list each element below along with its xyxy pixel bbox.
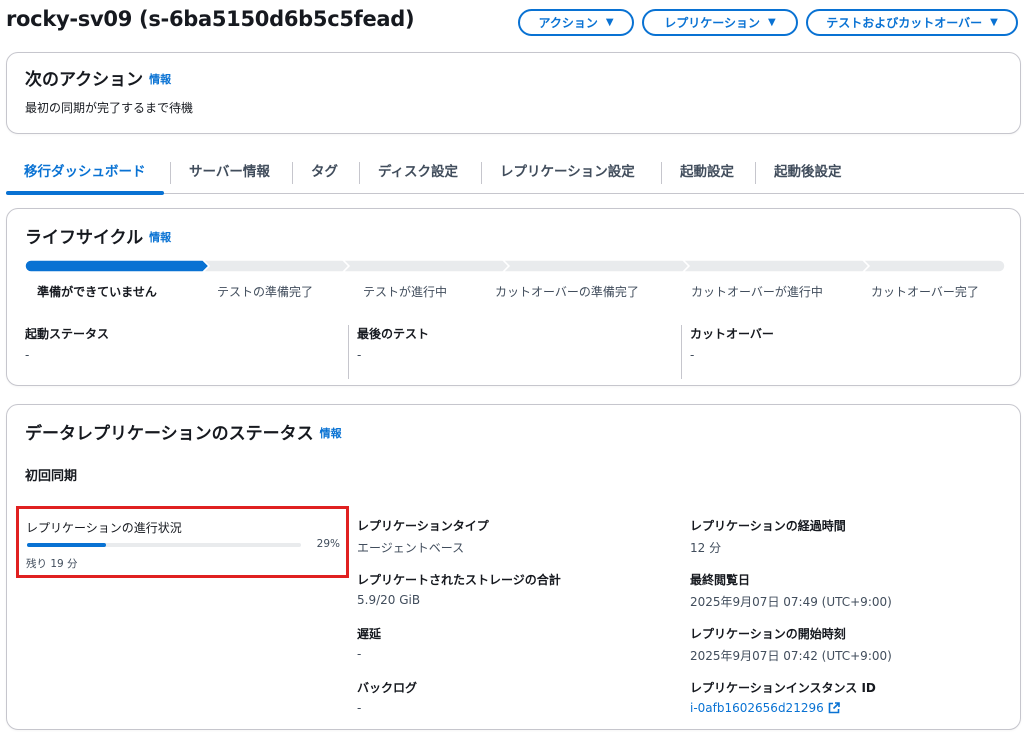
replication-type-field: レプリケーションタイプ エージェントベース [357, 517, 489, 556]
lifecycle-step-label: カットオーバー完了 [871, 285, 979, 299]
lifecycle-step-label: カットオーバーの準備完了 [495, 285, 639, 299]
lifecycle-step-segment [681, 259, 871, 273]
page-header: rocky-sv09 (s-6ba5150d6b5c5fead) アクション ▼… [0, 0, 1024, 46]
external-link-icon [828, 702, 840, 714]
actions-button[interactable]: アクション ▼ [518, 9, 634, 36]
backlog-field: バックログ - [357, 679, 417, 715]
last-seen-field: 最終閲覧日 2025年9月07日 07:49 (UTC+9:00) [690, 571, 892, 610]
data-replication-title: データレプリケーションのステータス 情報 [25, 419, 342, 444]
replication-button-label: レプリケーション [664, 16, 761, 30]
replication-progress-fill [27, 543, 107, 547]
field-key: レプリケートされたストレージの合計 [357, 573, 561, 587]
lifecycle-step-segment [201, 259, 351, 273]
actions-button-label: アクション [538, 16, 598, 30]
lifecycle-steps-graphic [24, 259, 1006, 273]
replication-instance-id: i-0afb1602656d21296 [690, 701, 824, 715]
elapsed-time-field: レプリケーションの経過時間 12 分 [690, 517, 846, 556]
field-key: 遅延 [357, 627, 382, 641]
next-action-card: 次のアクション 情報 最初の同期が完了するまで待機 [6, 52, 1021, 134]
field-value: 5.9/20 GiB [357, 593, 421, 607]
lifecycle-title: ライフサイクル 情報 [25, 223, 171, 248]
field-value: - [357, 701, 362, 715]
data-replication-title-text: データレプリケーションのステータス [25, 424, 314, 444]
launch-status-field: 起動ステータス - [25, 325, 345, 379]
test-cutover-button[interactable]: テストおよびカットオーバー ▼ [806, 9, 1018, 36]
lifecycle-step-segment [501, 259, 691, 273]
field-value: 2025年9月07日 07:49 (UTC+9:00) [690, 595, 892, 609]
next-action-text: 最初の同期が完了するまで待機 [25, 101, 194, 115]
tab-tags[interactable]: タグ [293, 152, 356, 193]
field-value: - [357, 348, 362, 362]
lifecycle-step-segment [24, 259, 211, 273]
replication-instance-link[interactable]: i-0afb1602656d21296 [690, 701, 876, 715]
replicated-storage-field: レプリケートされたストレージの合計 5.9/20 GiB [357, 571, 561, 607]
info-link[interactable]: 情報 [320, 427, 342, 440]
info-link[interactable]: 情報 [149, 73, 171, 86]
field-value: - [25, 348, 30, 362]
tab-server-info[interactable]: サーバー情報 [171, 152, 288, 193]
lifecycle-step-label: テストの準備完了 [216, 285, 314, 299]
test-cutover-button-label: テストおよびカットオーバー [826, 16, 983, 30]
next-action-title-text: 次のアクション [25, 70, 144, 90]
field-value: - [690, 348, 695, 362]
info-link[interactable]: 情報 [149, 231, 171, 244]
field-key: 最終閲覧日 [690, 573, 751, 587]
replication-instance-field: レプリケーションインスタンス ID i-0afb1602656d21296 [690, 679, 876, 715]
lifecycle-progress-track [24, 257, 1006, 273]
field-key: 起動ステータス [25, 327, 110, 341]
field-key: レプリケーションタイプ [357, 519, 489, 533]
field-key: カットオーバー [690, 327, 774, 341]
replication-time-remaining: 残り 19 分 [26, 558, 78, 570]
tab-replication-settings[interactable]: レプリケーション設定 [482, 152, 653, 193]
field-value: エージェントベース [357, 541, 465, 555]
field-key: レプリケーションの経過時間 [690, 519, 846, 533]
last-test-field: 最後のテスト - [348, 325, 680, 379]
caret-down-icon: ▼ [605, 17, 614, 28]
field-key: レプリケーションインスタンス ID [690, 681, 876, 695]
data-replication-card: データレプリケーションのステータス 情報 初回同期 レプリケーションの進行状況 2… [6, 404, 1021, 730]
cutover-field: カットオーバー - [681, 325, 1001, 379]
replication-progress-bar [27, 543, 301, 547]
lifecycle-step-segment [861, 259, 1006, 273]
page-title: rocky-sv09 (s-6ba5150d6b5c5fead) [6, 7, 415, 31]
tab-migration-dashboard[interactable]: 移行ダッシュボード [6, 152, 164, 195]
field-key: レプリケーションの開始時刻 [690, 627, 846, 641]
replication-progress-highlight: レプリケーションの進行状況 29% 残り 19 分 [16, 506, 349, 578]
field-value: 12 分 [690, 541, 722, 555]
tab-post-launch-settings[interactable]: 起動後設定 [756, 152, 860, 193]
lifecycle-step-label: カットオーバーが進行中 [691, 285, 823, 299]
replication-progress-label: レプリケーションの進行状況 [26, 521, 182, 535]
replication-progress-percent: 29% [316, 538, 340, 550]
lag-field: 遅延 - [357, 625, 381, 661]
field-value: - [357, 647, 362, 661]
lifecycle-card: ライフサイクル 情報 準備ができていません テストの準備完了 テストが進行中 カッ… [6, 208, 1021, 386]
lifecycle-title-text: ライフサイクル [25, 228, 144, 248]
caret-down-icon: ▼ [990, 17, 998, 28]
initial-sync-heading: 初回同期 [25, 469, 78, 484]
field-key: バックログ [357, 681, 418, 695]
lifecycle-step-label: 準備ができていません [37, 285, 157, 299]
field-key: 最後のテスト [357, 327, 430, 341]
caret-down-icon: ▼ [768, 17, 776, 28]
replication-button[interactable]: レプリケーション ▼ [642, 9, 798, 36]
next-action-title: 次のアクション 情報 [25, 65, 171, 90]
tab-launch-settings[interactable]: 起動設定 [662, 152, 752, 193]
lifecycle-step-segment [341, 259, 511, 273]
tab-bar: 移行ダッシュボード サーバー情報 タグ ディスク設定 レプリケーション設定 起動… [6, 152, 1024, 195]
field-value: 2025年9月07日 07:42 (UTC+9:00) [690, 649, 892, 663]
tab-disk-settings[interactable]: ディスク設定 [360, 152, 476, 193]
lifecycle-step-label: テストが進行中 [362, 285, 448, 299]
start-time-field: レプリケーションの開始時刻 2025年9月07日 07:42 (UTC+9:00… [690, 625, 892, 664]
